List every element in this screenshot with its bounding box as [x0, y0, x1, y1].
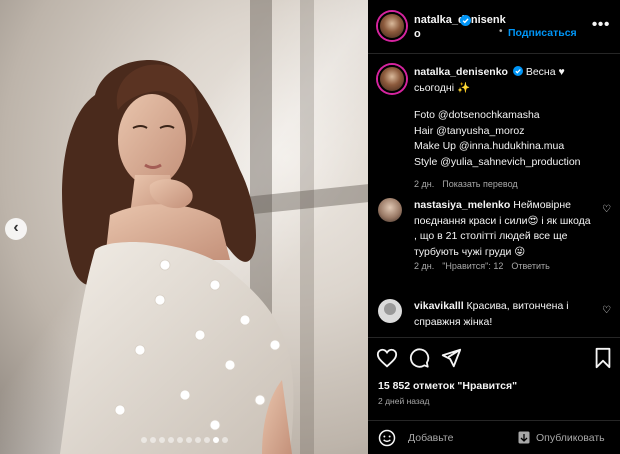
comment-icon[interactable]	[408, 347, 430, 369]
gif-icon[interactable]	[518, 431, 530, 444]
reply-button[interactable]: Ответить	[511, 261, 549, 271]
caption-meta: 2 дн. Показать перевод	[414, 179, 518, 189]
author-avatar[interactable]	[378, 65, 406, 93]
carousel-dot	[168, 437, 174, 443]
carousel-dot	[213, 437, 219, 443]
carousel-dot	[222, 437, 228, 443]
caption-time: 2 дн.	[414, 179, 435, 189]
carousel-dot	[150, 437, 156, 443]
post-photo[interactable]: ‹	[0, 0, 368, 454]
post-header: natalka_denisenko • Подписаться •••	[368, 0, 620, 54]
credit-line: Style @yulia_sahnevich_production	[414, 155, 581, 168]
carousel-dot	[141, 437, 147, 443]
credit-line: Foto @dotsenochkamasha	[414, 109, 540, 121]
caption-line2: сьогодні ✨	[414, 81, 471, 94]
verified-badge-icon	[512, 66, 523, 76]
author-avatar[interactable]	[378, 12, 406, 40]
carousel-dot	[186, 437, 192, 443]
bookmark-icon[interactable]	[592, 347, 614, 369]
divider	[368, 337, 620, 338]
translate-button[interactable]: Показать перевод	[442, 179, 517, 189]
publish-button[interactable]: Опубликовать	[536, 432, 605, 444]
comment-username[interactable]: vikavikalll	[414, 300, 464, 312]
comment-username[interactable]: nastasiya_melenko	[414, 199, 510, 211]
caption-text: natalka_denisenko Весна ♥ сьогодні ✨	[414, 65, 614, 96]
emoji-icon[interactable]	[378, 429, 396, 447]
share-icon[interactable]	[440, 347, 462, 369]
like-comment-icon[interactable]: ♡	[602, 204, 611, 215]
more-horizontal-icon[interactable]: •••	[592, 16, 610, 34]
commenter-avatar[interactable]	[378, 198, 402, 222]
carousel-dot	[204, 437, 210, 443]
comment-meta: 2 дн. "Нравится": 12 Ответить	[414, 261, 550, 271]
likes-count[interactable]: 15 852 отметок "Нравится"	[378, 380, 517, 392]
comment-likes[interactable]: "Нравится": 12	[442, 261, 503, 271]
carousel-dot	[159, 437, 165, 443]
post-details-panel: natalka_denisenko • Подписаться ••• nata…	[368, 0, 620, 454]
carousel-prev-button[interactable]: ‹	[5, 218, 27, 240]
post-actions	[368, 343, 620, 373]
credit-line: Hair @tanyusha_moroz	[414, 124, 525, 137]
caption-line1: Весна ♥	[525, 66, 565, 78]
heart-icon[interactable]	[376, 347, 398, 369]
woman-illustration	[60, 60, 294, 454]
commenter-avatar[interactable]	[378, 299, 402, 323]
comment-time: 2 дн.	[414, 261, 435, 271]
comment-text: nastasiya_melenko Неймовірне поєднання к…	[414, 198, 596, 260]
add-comment-input[interactable]	[408, 429, 512, 447]
caption-credits: Foto @dotsenochkamasha Hair @tanyusha_mo…	[414, 108, 614, 170]
add-comment-bar: Опубликовать	[368, 420, 620, 454]
credit-line: Make Up @inna.hudukhina.mua	[414, 140, 565, 152]
comment-text: vikavikalll Красива, витончена і справжн…	[414, 299, 596, 330]
separator-dot: •	[499, 26, 503, 37]
chevron-left-icon: ‹	[13, 219, 19, 236]
caption-username[interactable]: natalka_denisenko	[414, 66, 508, 78]
comments-list[interactable]: natalka_denisenko Весна ♥ сьогодні ✨ Fot…	[368, 55, 620, 337]
verified-badge-icon	[460, 15, 471, 26]
like-comment-icon[interactable]: ♡	[602, 305, 611, 316]
carousel-dot	[195, 437, 201, 443]
carousel-dot	[177, 437, 183, 443]
post-time: 2 дней назад	[378, 396, 430, 406]
carousel-indicator	[141, 437, 228, 443]
follow-button[interactable]: Подписаться	[508, 27, 577, 39]
